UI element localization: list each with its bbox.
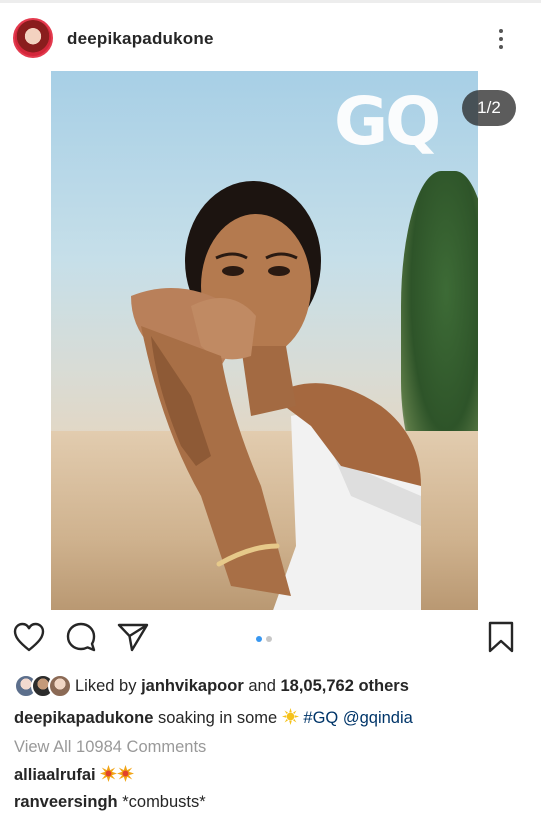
comment-row: alliaalrufai [14,765,135,785]
post-username[interactable]: deepikapadukone [67,29,214,49]
likes-prefix: Liked by [75,676,137,695]
portrait-figure [131,181,421,610]
heart-icon[interactable] [12,620,46,654]
comment-row: ranveersingh *combusts* [14,793,206,812]
comment-username[interactable]: alliaalrufai [14,766,96,784]
likes-count[interactable]: 18,05,762 others [280,677,408,696]
bookmark-icon[interactable] [484,620,518,654]
sun-emoji-icon [281,708,299,725]
comment-icon[interactable] [64,620,98,654]
post-image[interactable]: GQ [51,71,478,610]
caption: deepikapadukone soaking in some #GQ @gqi… [14,708,413,728]
liked-by-user[interactable]: janhvikapoor [141,677,244,696]
caption-hashtag[interactable]: #GQ [303,709,338,727]
more-options-icon[interactable] [494,26,508,52]
carousel-dot [266,636,272,642]
likes-row[interactable]: Liked by janhvikapoor and 18,05,762 othe… [14,673,409,699]
liker-avatar [48,674,72,698]
collision-emoji-icon [100,765,118,782]
likes-conjunction: and [248,676,276,695]
carousel-indicator [256,636,272,642]
collision-emoji-icon [117,765,135,782]
comment-username[interactable]: ranveersingh [14,793,118,811]
comment-text: *combusts* [122,793,206,811]
post-header: deepikapadukone [0,4,541,70]
caption-text: soaking in some [157,709,278,727]
caption-username[interactable]: deepikapadukone [14,709,153,727]
share-icon[interactable] [116,620,150,654]
profile-avatar[interactable] [13,18,53,58]
view-all-comments-link[interactable]: View All 10984 Comments [14,738,206,757]
carousel-dot-active [256,636,262,642]
gq-logo: GQ [334,83,441,160]
image-counter-badge: 1/2 [462,90,516,126]
liker-avatars [14,674,72,698]
top-divider [0,0,541,3]
caption-mention[interactable]: @gqindia [343,709,413,727]
